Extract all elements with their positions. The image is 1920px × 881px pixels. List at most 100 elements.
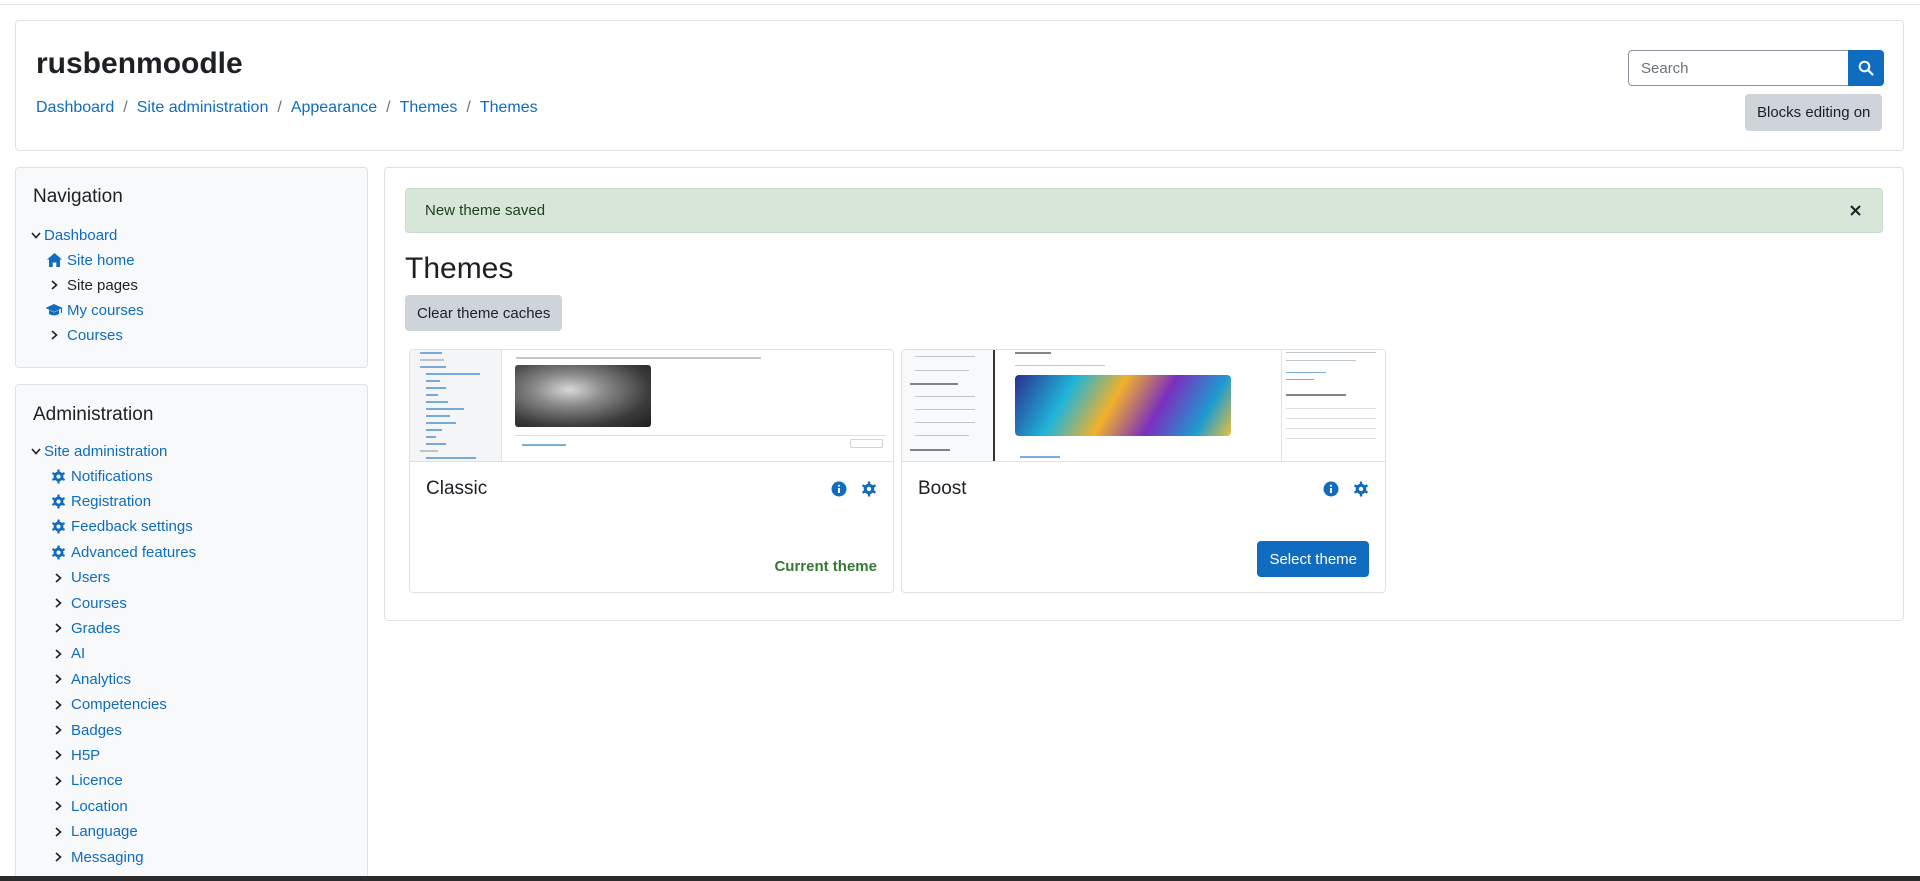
nav-item-label[interactable]: Courses [67,327,123,344]
gear-icon [49,492,67,510]
admin-item-notifications[interactable]: Notifications [49,465,153,487]
admin-item-label[interactable]: Users [71,569,110,586]
info-icon[interactable] [831,481,847,497]
navigation-block: Navigation Dashboard Site home Site page… [15,167,368,368]
gear-icon[interactable] [1353,481,1369,497]
admin-item-registration[interactable]: Registration [49,490,151,512]
admin-item-badges[interactable]: Badges [49,719,122,741]
breadcrumb-separator: / [123,99,128,116]
nav-item-site-pages[interactable]: Site pages [45,274,138,296]
admin-item-label[interactable]: Location [71,798,128,815]
admin-item-label[interactable]: Site administration [44,443,167,460]
admin-item-label[interactable]: Notifications [71,468,153,485]
site-title: rusbenmoodle [36,47,243,80]
admin-item-messaging[interactable]: Messaging [49,846,144,868]
close-icon[interactable] [1846,201,1864,219]
admin-item-h5p[interactable]: H5P [49,744,100,766]
admin-item-users[interactable]: Users [49,567,110,589]
home-icon [45,251,63,269]
admin-item-label[interactable]: Advanced features [71,544,196,561]
screenshot-accessibility-panel [1281,350,1385,461]
chevron-right-icon [49,797,67,815]
chevron-right-icon [49,848,67,866]
breadcrumb-appearance[interactable]: Appearance [291,99,377,117]
admin-item-courses[interactable]: Courses [49,592,127,614]
nav-item-my-courses[interactable]: My courses [45,299,144,321]
admin-item-label[interactable]: AI [71,645,85,662]
breadcrumb-themes[interactable]: Themes [400,99,458,117]
admin-item-feedback-settings[interactable]: Feedback settings [49,516,193,538]
theme-screenshot-classic [410,350,893,462]
search-icon [1858,60,1874,76]
admin-item-advanced-features[interactable]: Advanced features [49,541,196,563]
chevron-right-icon [49,823,67,841]
search-input[interactable] [1628,50,1848,86]
administration-block: Administration Site administration Notif… [15,384,368,881]
admin-item-ai[interactable]: AI [49,643,85,665]
chevron-right-icon [49,772,67,790]
breadcrumb-separator: / [466,99,471,116]
admin-item-label[interactable]: Analytics [71,671,131,688]
gear-icon [49,518,67,536]
search-form [1628,50,1884,86]
admin-item-label[interactable]: Messaging [71,849,144,866]
bottom-dark-bar [0,876,1920,881]
graduation-cap-icon [45,301,63,319]
chevron-down-icon [30,442,42,460]
admin-item-location[interactable]: Location [49,795,128,817]
admin-item-label[interactable]: Competencies [71,696,167,713]
admin-item-label[interactable]: Badges [71,722,122,739]
page-title: Themes [405,252,514,285]
breadcrumb-separator: / [277,99,282,116]
theme-name: Boost [918,478,967,499]
nav-item-courses[interactable]: Courses [45,324,123,346]
nav-item-label[interactable]: Site home [67,252,135,269]
theme-card-classic: Classic Current theme [409,349,894,593]
chevron-right-icon [49,594,67,612]
chevron-right-icon [49,696,67,714]
blocks-editing-button[interactable]: Blocks editing on [1745,94,1883,131]
breadcrumb-themes-current[interactable]: Themes [480,99,538,117]
admin-item-label[interactable]: Language [71,823,138,840]
breadcrumb-separator: / [386,99,391,116]
admin-item-grades[interactable]: Grades [49,617,120,639]
admin-item-licence[interactable]: Licence [49,770,123,792]
theme-actions [1323,481,1369,497]
main-region: New theme saved Themes Clear theme cache… [384,167,1904,621]
breadcrumb: Dashboard / Site administration / Appear… [36,99,538,117]
administration-title: Administration [33,404,154,425]
nav-item-label[interactable]: My courses [67,302,144,319]
chevron-right-icon [49,670,67,688]
admin-item-label[interactable]: Courses [71,595,127,612]
admin-item-analytics[interactable]: Analytics [49,668,131,690]
admin-item-site-administration[interactable]: Site administration [30,440,167,462]
breadcrumb-dashboard[interactable]: Dashboard [36,99,114,117]
top-strip [0,0,1920,5]
search-button[interactable] [1848,50,1884,86]
theme-screenshot-boost [902,350,1385,462]
admin-item-label[interactable]: Grades [71,620,120,637]
admin-item-label[interactable]: Registration [71,493,151,510]
select-theme-button[interactable]: Select theme [1257,541,1369,577]
gear-icon [49,543,67,561]
info-icon[interactable] [1323,481,1339,497]
admin-item-label[interactable]: H5P [71,747,100,764]
admin-item-competencies[interactable]: Competencies [49,694,167,716]
gear-icon[interactable] [861,481,877,497]
admin-item-label[interactable]: Feedback settings [71,518,193,535]
nav-item-site-home[interactable]: Site home [45,249,135,271]
chevron-right-icon [45,326,63,344]
screenshot-statue-image [515,365,651,427]
theme-actions [831,481,877,497]
admin-item-language[interactable]: Language [49,821,138,843]
clear-theme-caches-button[interactable]: Clear theme caches [405,295,563,331]
chevron-right-icon [49,746,67,764]
nav-item-label[interactable]: Dashboard [44,227,117,244]
admin-item-label[interactable]: Licence [71,772,123,789]
breadcrumb-site-administration[interactable]: Site administration [137,99,269,117]
nav-item-dashboard[interactable]: Dashboard [30,224,117,246]
chevron-right-icon [49,569,67,587]
current-theme-label: Current theme [774,558,877,575]
chevron-right-icon [45,276,63,294]
alert-message: New theme saved [425,202,546,219]
